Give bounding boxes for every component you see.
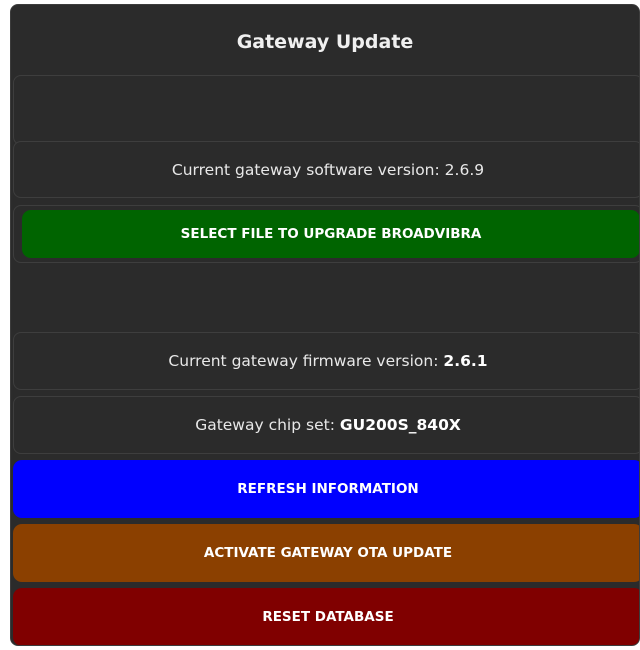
reset-database-button[interactable]: RESET DATABASE [13, 588, 639, 645]
page-title: Gateway Update [236, 31, 414, 53]
gateway-update-panel: Gateway Update Current gateway software … [10, 4, 640, 646]
software-version-row: Current gateway software version: 2.6.9 [13, 141, 639, 198]
firmware-version-row: Current gateway firmware version: 2.6.1 [13, 332, 639, 390]
empty-card [13, 75, 639, 145]
software-version-label: Current gateway software version: [171, 160, 440, 179]
select-file-button[interactable]: SELECT FILE TO UPGRADE BROADVIBRA [22, 210, 639, 258]
firmware-version-value: 2.6.1 [443, 352, 488, 370]
software-version-value: 2.6.9 [444, 160, 485, 179]
refresh-information-button[interactable]: REFRESH INFORMATION [13, 460, 639, 518]
software-version-text: Current gateway software version: 2.6.9 [172, 161, 484, 179]
chipset-row: Gateway chip set: GU200S_840X [13, 396, 639, 454]
select-file-container: SELECT FILE TO UPGRADE BROADVIBRA [13, 205, 639, 263]
activate-ota-update-button[interactable]: ACTIVATE GATEWAY OTA UPDATE [13, 524, 639, 582]
chipset-label: Gateway chip set: [195, 416, 335, 434]
firmware-version-label: Current gateway firmware version: [168, 352, 439, 370]
chipset-value: GU200S_840X [339, 416, 461, 434]
